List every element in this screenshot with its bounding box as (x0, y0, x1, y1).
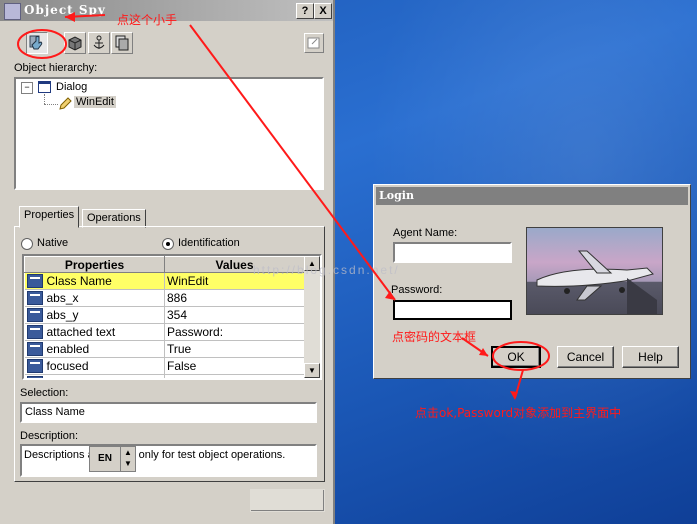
scroll-down-icon[interactable]: ▼ (304, 363, 320, 378)
property-icon (26, 376, 43, 378)
table-row[interactable]: abs_x 886 (24, 289, 305, 307)
watermark: http://blog.csdn.net/ (253, 263, 400, 277)
cube-icon (68, 36, 82, 51)
ok-button[interactable]: OK (491, 346, 541, 368)
table-row[interactable]: focused False (24, 357, 305, 375)
tab-properties[interactable]: Properties (19, 206, 80, 228)
login-title-bar[interactable]: Login (376, 187, 688, 205)
window-icon (307, 37, 320, 49)
agent-name-label: Agent Name: (393, 227, 458, 239)
selection-field[interactable]: Class Name (20, 402, 317, 423)
agent-name-input[interactable] (393, 242, 512, 263)
description-field[interactable]: Descriptions a le only for test object o… (20, 444, 317, 477)
window-title: Object Spy (24, 3, 106, 17)
airplane-image (526, 227, 663, 315)
hierarchy-label: Object hierarchy: (14, 62, 98, 74)
help-dialog-button[interactable]: Help (622, 346, 679, 368)
pencil-icon (59, 97, 72, 110)
object-spy-window: Object Spy ? X Object hierarchy: − Dialo… (0, 0, 335, 524)
cancel-button[interactable]: Cancel (557, 346, 614, 368)
property-icon (26, 342, 43, 357)
column-header-properties[interactable]: Properties (24, 256, 165, 273)
property-icon (26, 359, 43, 374)
object-hierarchy-tree[interactable]: − Dialog WinEdit (14, 77, 324, 190)
description-text-start: Descriptions a (24, 449, 94, 461)
minimize-panel-button[interactable] (304, 33, 324, 53)
table-row[interactable]: ... ... (24, 374, 305, 378)
table-row[interactable]: abs_y 354 (24, 306, 305, 324)
annotation-password: 点密码的文本框 (392, 330, 477, 344)
object-button[interactable] (64, 32, 86, 54)
help-button[interactable]: ? (296, 3, 314, 19)
pointing-hand-button[interactable] (26, 32, 48, 54)
selection-label: Selection: (20, 387, 69, 399)
identification-label: Identification (178, 237, 240, 249)
bottom-action-button[interactable] (250, 489, 325, 512)
highlight-button[interactable] (88, 32, 110, 54)
ime-indicator[interactable]: EN (89, 446, 121, 472)
close-button[interactable]: X (314, 3, 332, 19)
table-row[interactable]: enabled True (24, 340, 305, 358)
copy-icon (115, 35, 129, 51)
password-input[interactable] (393, 300, 512, 320)
description-label: Description: (20, 430, 79, 442)
native-label: Native (37, 237, 69, 249)
native-radio[interactable] (21, 238, 33, 250)
pointing-hand-icon (29, 35, 43, 50)
property-icon (26, 291, 43, 306)
table-row[interactable]: attached text Password: (24, 323, 305, 341)
collapse-toggle[interactable]: − (21, 82, 33, 94)
ime-spinner[interactable]: ▲ ▼ (120, 446, 136, 472)
dialog-icon (38, 81, 51, 93)
login-dialog: Login Agent Name: Password: OK Cancel He… (373, 184, 691, 379)
login-title: Login (379, 189, 414, 202)
app-icon (4, 3, 21, 20)
repository-button[interactable] (111, 32, 133, 54)
property-icon (26, 274, 43, 289)
annotation-hand: 点这个小手 (117, 13, 178, 27)
description-text-end: le only for test object operations. (127, 449, 286, 461)
anchor-icon (93, 35, 105, 49)
airplane-icon (536, 250, 657, 314)
annotation-ok: 点击ok,Password对象添加到主界面中 (415, 406, 622, 420)
identification-radio[interactable] (162, 238, 174, 250)
property-icon (26, 308, 43, 323)
tree-item-winedit[interactable]: WinEdit (74, 96, 116, 108)
property-icon (26, 325, 43, 340)
password-label: Password: (391, 284, 443, 296)
tree-item-dialog[interactable]: Dialog (56, 81, 87, 93)
